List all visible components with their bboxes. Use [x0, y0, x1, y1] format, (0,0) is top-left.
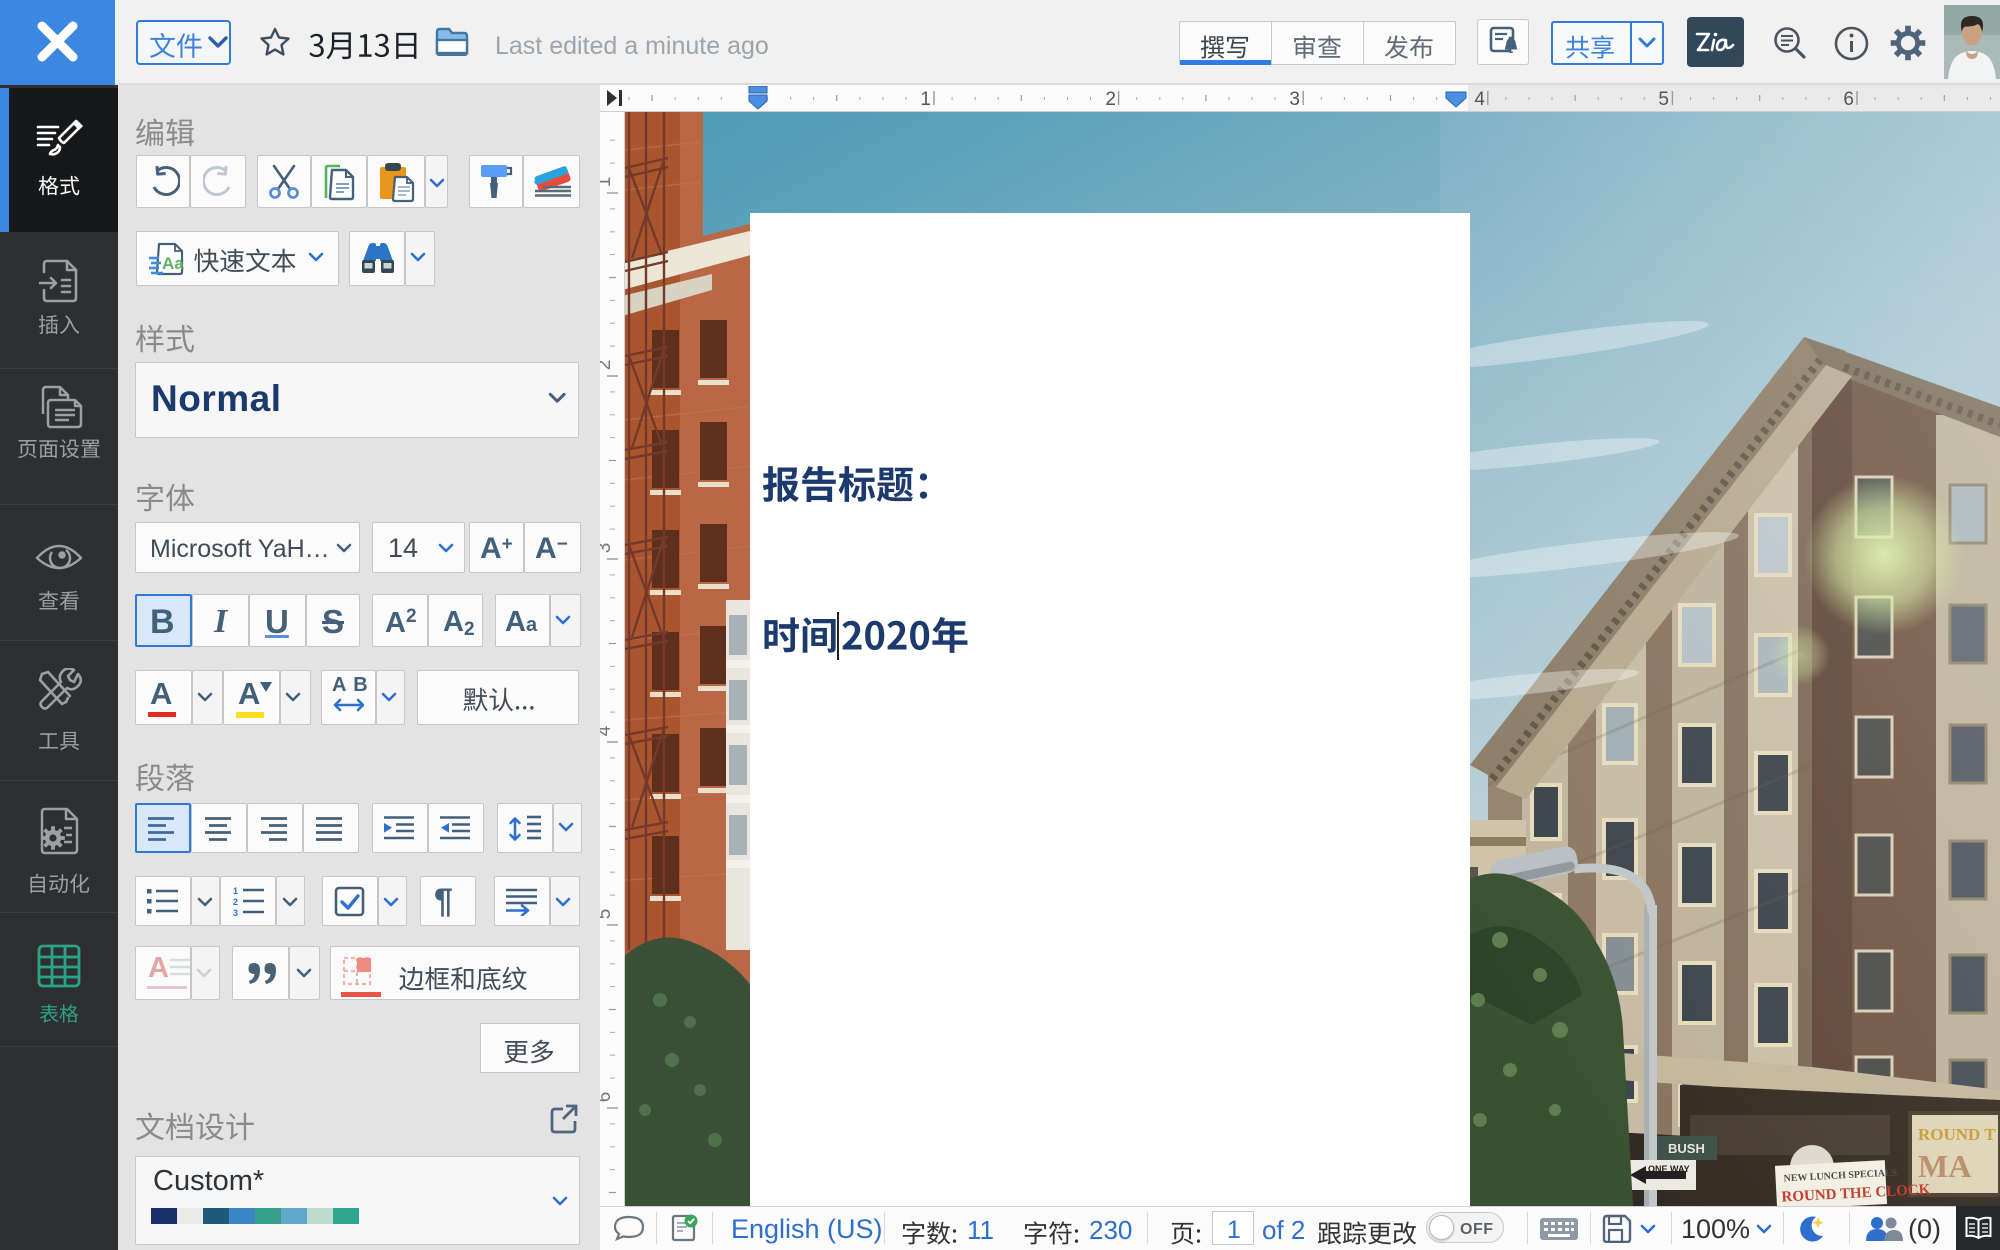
svg-text:3: 3: [600, 543, 615, 554]
svg-text:3: 3: [1289, 89, 1300, 110]
svg-text:1: 1: [920, 89, 931, 110]
svg-text:Aa: Aa: [162, 254, 184, 273]
svg-text:5: 5: [600, 909, 615, 920]
svg-text:6: 6: [1843, 89, 1854, 110]
svg-text:3: 3: [233, 908, 238, 917]
svg-text:4: 4: [1474, 89, 1485, 110]
svg-text:5: 5: [1658, 89, 1669, 110]
svg-text:1: 1: [233, 887, 238, 896]
svg-text:6: 6: [600, 1092, 615, 1103]
svg-text:2: 2: [1105, 89, 1116, 110]
svg-text:4: 4: [600, 725, 615, 736]
svg-text:1: 1: [600, 177, 615, 188]
svg-text:2: 2: [233, 897, 238, 907]
svg-text:2: 2: [600, 360, 615, 371]
